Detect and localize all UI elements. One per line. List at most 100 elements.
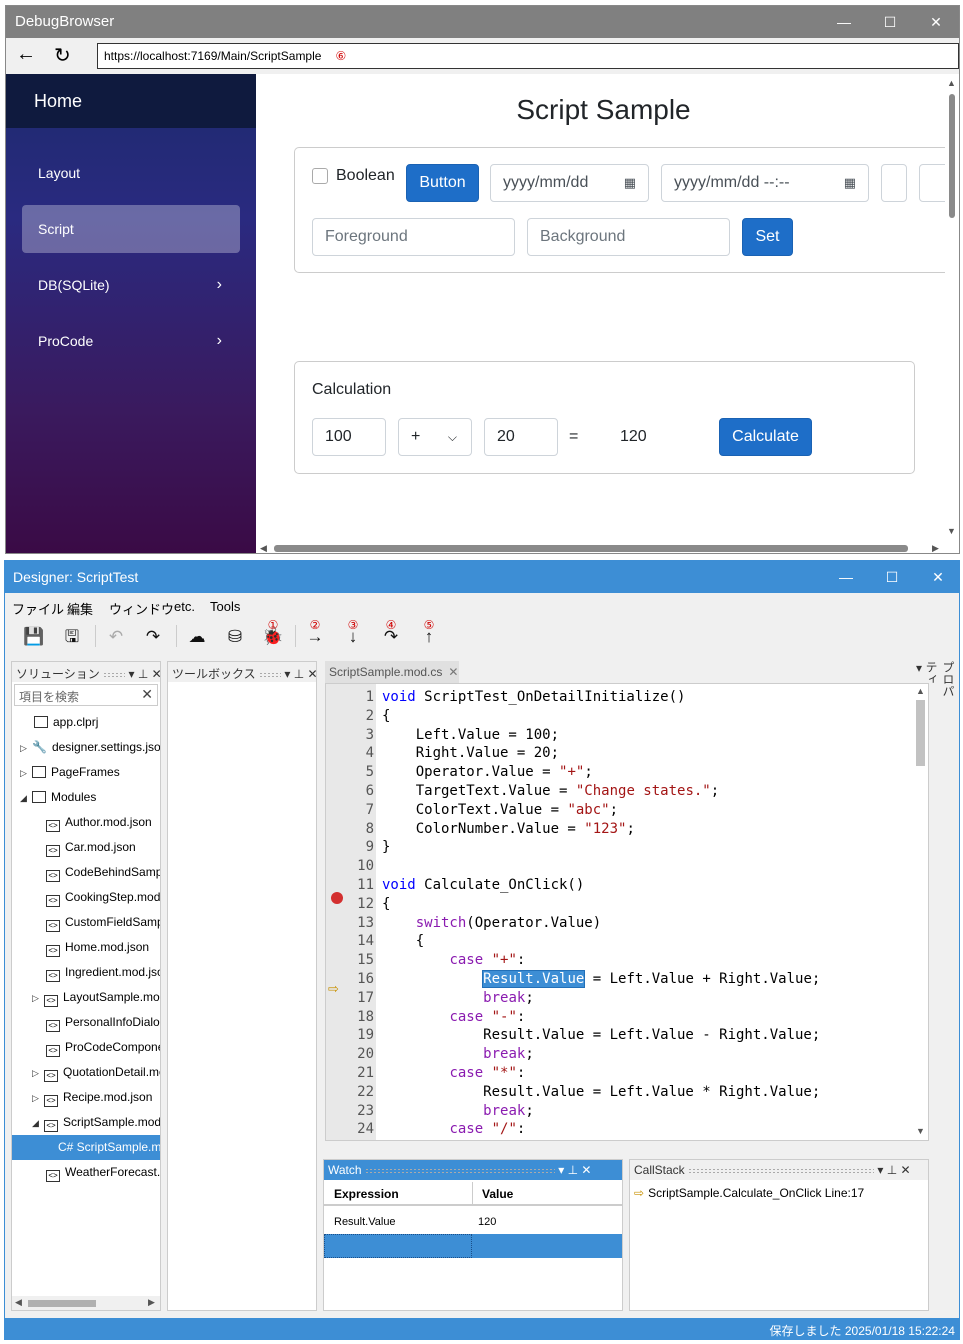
operator-select[interactable]: + ⌵ — [398, 418, 472, 456]
scroll-down-icon[interactable]: ▼ — [947, 526, 956, 536]
tree-item[interactable]: ▷ <> Recipe.mod.json — [12, 1085, 160, 1110]
nav-item-db[interactable]: DB(SQLite) › — [22, 261, 240, 309]
tree-item[interactable]: <> Car.mod.json — [12, 835, 160, 860]
close-icon[interactable]: ✕ — [581, 1163, 591, 1177]
drag-grip[interactable] — [688, 1167, 875, 1174]
menu-file[interactable]: ファイル — [12, 599, 64, 618]
tree-item[interactable]: <> Ingredient.mod.json — [12, 960, 160, 985]
watch-new-expression-cell[interactable] — [324, 1234, 472, 1258]
pin-icon[interactable]: ⊥ — [138, 667, 148, 681]
editor-tab[interactable]: ScriptSample.mod.cs ✕ — [325, 661, 459, 683]
properties-side-tab[interactable]: プロパティ — [924, 661, 957, 707]
collapse-triangle-icon[interactable]: ◢ — [32, 1111, 44, 1135]
clear-icon[interactable]: ✕ — [141, 686, 153, 703]
tree-item[interactable]: ▷<> QuotationDetail.mod.json — [12, 1060, 160, 1085]
redo-icon[interactable]: ↷ — [141, 625, 165, 649]
small-input-1[interactable] — [881, 164, 907, 202]
expand-triangle-icon[interactable]: ▷ — [20, 736, 32, 760]
nav-item-procode[interactable]: ProCode › — [22, 317, 240, 365]
minimize-icon[interactable]: — — [821, 6, 867, 38]
collapse-triangle-icon[interactable]: ◢ — [20, 786, 32, 810]
code-editor[interactable]: ⇨ 1 2 3 4 5 6 7 8 9 10 11 12 13 14 15 16 17 18 19 20 21 22 23 2… — [325, 683, 929, 1141]
scroll-left-icon[interactable]: ◀ — [15, 1297, 22, 1308]
step-over-icon[interactable]: ④ ↷ — [379, 618, 403, 649]
tree-item[interactable]: <> Author.mod.json — [12, 810, 160, 835]
expand-triangle-icon[interactable]: ▷ — [20, 761, 32, 785]
pin-icon[interactable]: ⊥ — [568, 1163, 578, 1177]
left-value-input[interactable]: 100 — [312, 418, 386, 456]
tree-item[interactable]: <> WeatherForecast.mod.json — [12, 1160, 160, 1185]
tree-item[interactable]: ◢ Modules — [12, 785, 160, 810]
solution-hscrollbar[interactable]: ◀ ▶ — [12, 1296, 160, 1310]
tree-item[interactable]: ▷ PageFrames — [12, 760, 160, 785]
button-button[interactable]: Button — [406, 164, 479, 202]
tree-item[interactable]: <> CookingStep.mod.json — [12, 885, 160, 910]
step-into-icon[interactable]: ③ ↓ — [341, 618, 365, 649]
calculate-button[interactable]: Calculate — [719, 418, 812, 456]
tree-item[interactable]: <> CustomFieldSample.mod.json — [12, 910, 160, 935]
save-icon[interactable]: 💾 — [22, 625, 46, 649]
date-input[interactable]: yyyy/mm/dd ▦ — [490, 164, 649, 202]
minimize-icon[interactable]: — — [823, 561, 869, 593]
scroll-left-icon[interactable]: ◀ — [260, 543, 267, 553]
set-button[interactable]: Set — [742, 218, 793, 256]
datetime-input[interactable]: yyyy/mm/dd --:-- ▦ — [661, 164, 869, 202]
back-arrow-icon[interactable]: ← — [16, 43, 36, 66]
solution-search-input[interactable]: 項目を検索 ✕ — [14, 684, 158, 706]
drag-grip[interactable] — [364, 1167, 555, 1174]
close-icon[interactable]: ✕ — [915, 561, 959, 593]
scroll-thumb[interactable] — [916, 700, 925, 766]
menu-tools[interactable]: Tools — [210, 599, 240, 614]
cloud-upload-icon[interactable]: ☁ — [185, 625, 209, 649]
tree-item[interactable]: <> Home.mod.json — [12, 935, 160, 960]
debug-bug-icon[interactable]: ① 🐞 — [261, 618, 285, 649]
nav-item-layout[interactable]: Layout — [22, 149, 240, 197]
expand-triangle-icon[interactable]: ▷ — [32, 1061, 44, 1085]
tree-item[interactable]: ▷ 🔧 designer.settings.json — [12, 735, 160, 760]
tree-item[interactable]: <> PersonalInfoDialog.mod.json — [12, 1010, 160, 1035]
scroll-up-icon[interactable]: ▲ — [916, 686, 925, 696]
expand-triangle-icon[interactable]: ▷ — [32, 1086, 44, 1110]
drag-grip[interactable] — [259, 671, 281, 678]
watch-new-row[interactable] — [324, 1234, 622, 1258]
close-icon[interactable]: ✕ — [152, 667, 160, 681]
undo-icon[interactable]: ↶ — [104, 625, 128, 649]
maximize-icon[interactable]: ☐ — [867, 6, 913, 38]
step-out-icon[interactable]: ⑤ ↑ — [417, 618, 441, 649]
editor-vscrollbar[interactable]: ▲ ▼ — [913, 684, 928, 1140]
tree-item[interactable]: ◢<> ScriptSample.mod.json — [12, 1110, 160, 1135]
reload-icon[interactable]: ↻ — [54, 43, 71, 68]
tab-list-icon[interactable]: ▾ — [916, 661, 922, 675]
drag-grip[interactable] — [103, 671, 126, 678]
tree-item[interactable]: <> CodeBehindSample.mod.json — [12, 860, 160, 885]
maximize-icon[interactable]: ☐ — [869, 561, 915, 593]
scroll-right-icon[interactable]: ▶ — [932, 543, 939, 553]
database-icon[interactable]: ⛁ — [223, 625, 247, 649]
close-icon[interactable]: ✕ — [308, 667, 317, 681]
vertical-scroll-thumb[interactable] — [949, 94, 955, 218]
watch-row[interactable]: Result.Value 120 — [324, 1210, 622, 1234]
tree-item-selected[interactable]: C# ScriptSample.mod.cs — [12, 1135, 160, 1160]
save-all-icon[interactable]: 🖫 — [60, 625, 84, 649]
tree-item[interactable]: ▷<> LayoutSample.mod.json — [12, 985, 160, 1010]
tree-item[interactable]: <> ProCodeComponent.mod.json — [12, 1035, 160, 1060]
close-icon[interactable]: ✕ — [913, 6, 959, 38]
menu-window[interactable]: ウィンドウ — [109, 599, 174, 618]
menu-edit[interactable]: 編集 — [67, 599, 93, 618]
pin-icon[interactable]: ⊥ — [887, 1163, 897, 1177]
vertical-scrollbar[interactable]: ▲ ▼ — [945, 74, 959, 544]
foreground-input[interactable]: Foreground — [312, 218, 515, 256]
continue-arrow-icon[interactable]: ② → — [303, 618, 327, 649]
pin-icon[interactable]: ⊥ — [294, 667, 304, 681]
address-bar[interactable]: https://localhost:7169/Main/ScriptSample… — [97, 43, 959, 69]
right-value-input[interactable]: 20 — [484, 418, 558, 456]
horizontal-scrollbar[interactable]: ◀ ▶ — [256, 542, 945, 553]
close-icon[interactable]: ✕ — [901, 1163, 911, 1177]
horizontal-scroll-thumb[interactable] — [274, 545, 908, 552]
sidebar-home[interactable]: Home — [6, 74, 256, 128]
scroll-up-icon[interactable]: ▲ — [947, 78, 956, 88]
background-input[interactable]: Background — [527, 218, 730, 256]
boolean-checkbox[interactable] — [312, 168, 328, 184]
expand-triangle-icon[interactable]: ▷ — [32, 986, 44, 1010]
menu-etc[interactable]: etc. — [174, 599, 195, 614]
